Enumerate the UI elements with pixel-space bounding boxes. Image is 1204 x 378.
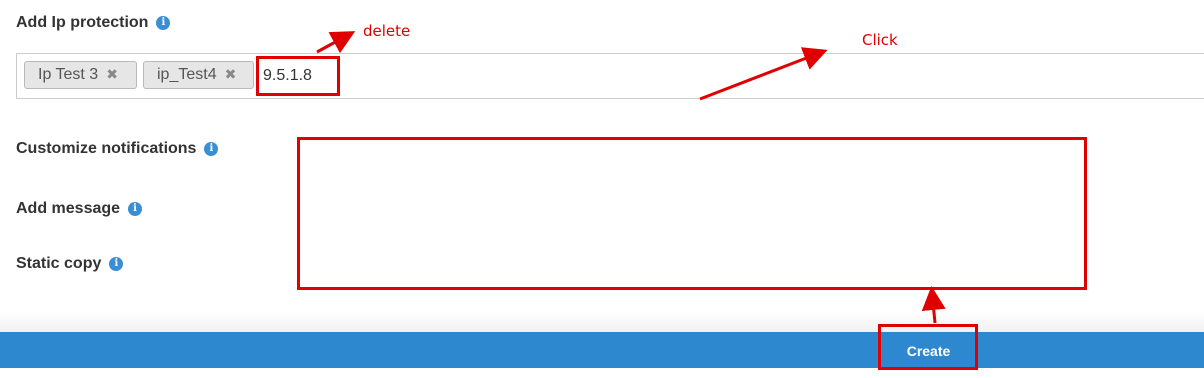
delete-arrow — [316, 31, 356, 54]
create-arrow — [921, 286, 946, 324]
click-arrow — [699, 47, 828, 101]
annotation-arrows — [316, 31, 946, 324]
